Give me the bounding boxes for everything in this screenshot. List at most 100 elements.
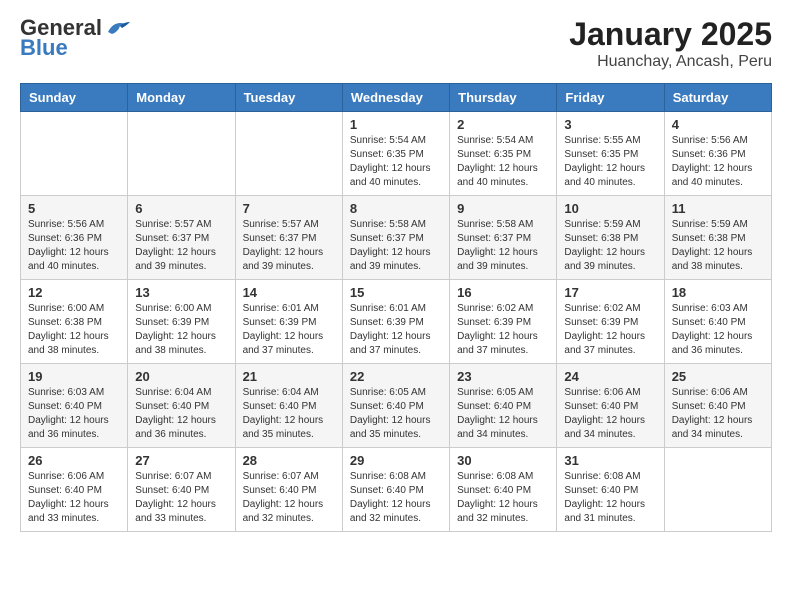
day-number: 25: [672, 369, 764, 384]
week-row-3: 12Sunrise: 6:00 AMSunset: 6:38 PMDayligh…: [21, 280, 772, 364]
calendar-cell: 9 Sunrise: 5:58 AMSunset: 6:37 PMDaylight…: [450, 196, 557, 280]
calendar-cell: 16 Sunrise: 6:02 AMSunset: 6:39 PMDayligh…: [450, 280, 557, 364]
day-info: Sunrise: 6:01 AMSunset: 6:39 PMDaylight:…: [350, 302, 442, 358]
calendar-title: January 2025: [569, 16, 772, 53]
calendar-cell: 12Sunrise: 6:00 AMSunset: 6:38 PMDayligh…: [21, 280, 128, 364]
day-info: Sunrise: 6:08 AMSunset: 6:40 PMDaylight:…: [350, 470, 442, 526]
day-number: 17: [564, 285, 656, 300]
header: General Blue January 2025 Huanchay, Anca…: [20, 16, 772, 71]
weekday-header-row: SundayMondayTuesdayWednesdayThursdayFrid…: [21, 84, 772, 112]
day-info: Sunrise: 6:08 AMSunset: 6:40 PMDaylight:…: [564, 470, 656, 526]
day-info: Sunrise: 6:08 AMSunset: 6:40 PMDaylight:…: [457, 470, 549, 526]
day-info: Sunrise: 6:02 AMSunset: 6:39 PMDaylight:…: [457, 302, 549, 358]
day-number: 18: [672, 285, 764, 300]
calendar-cell: [128, 112, 235, 196]
calendar-cell: 23 Sunrise: 6:05 AMSunset: 6:40 PMDayligh…: [450, 364, 557, 448]
calendar-cell: 30 Sunrise: 6:08 AMSunset: 6:40 PMDayligh…: [450, 448, 557, 532]
calendar-cell: [21, 112, 128, 196]
day-info: Sunrise: 6:03 AMSunset: 6:40 PMDaylight:…: [672, 302, 764, 358]
calendar-cell: 2 Sunrise: 5:54 AMSunset: 6:35 PMDaylight…: [450, 112, 557, 196]
calendar-cell: [235, 112, 342, 196]
calendar-cell: 28 Sunrise: 6:07 AMSunset: 6:40 PMDayligh…: [235, 448, 342, 532]
calendar-cell: 22Sunrise: 6:05 AMSunset: 6:40 PMDayligh…: [342, 364, 449, 448]
calendar-cell: 20 Sunrise: 6:04 AMSunset: 6:40 PMDayligh…: [128, 364, 235, 448]
calendar-cell: 8 Sunrise: 5:58 AMSunset: 6:37 PMDaylight…: [342, 196, 449, 280]
calendar-cell: [664, 448, 771, 532]
calendar-cell: 10 Sunrise: 5:59 AMSunset: 6:38 PMDayligh…: [557, 196, 664, 280]
day-number: 2: [457, 117, 549, 132]
day-info: Sunrise: 6:02 AMSunset: 6:39 PMDaylight:…: [564, 302, 656, 358]
day-info: Sunrise: 5:58 AMSunset: 6:37 PMDaylight:…: [350, 218, 442, 274]
calendar-cell: 15 Sunrise: 6:01 AMSunset: 6:39 PMDayligh…: [342, 280, 449, 364]
week-row-5: 26 Sunrise: 6:06 AMSunset: 6:40 PMDayligh…: [21, 448, 772, 532]
day-info: Sunrise: 5:58 AMSunset: 6:37 PMDaylight:…: [457, 218, 549, 274]
day-number: 30: [457, 453, 549, 468]
day-number: 24: [564, 369, 656, 384]
calendar-subtitle: Huanchay, Ancash, Peru: [569, 53, 772, 71]
day-number: 15: [350, 285, 442, 300]
day-info: Sunrise: 6:05 AMSunset: 6:40 PMDaylight:…: [457, 386, 549, 442]
day-number: 5: [28, 201, 120, 216]
calendar-cell: 29 Sunrise: 6:08 AMSunset: 6:40 PMDayligh…: [342, 448, 449, 532]
day-number: 10: [564, 201, 656, 216]
day-number: 9: [457, 201, 549, 216]
week-row-4: 19Sunrise: 6:03 AMSunset: 6:40 PMDayligh…: [21, 364, 772, 448]
title-block: January 2025 Huanchay, Ancash, Peru: [569, 16, 772, 71]
day-number: 20: [135, 369, 227, 384]
calendar-cell: 3 Sunrise: 5:55 AMSunset: 6:35 PMDaylight…: [557, 112, 664, 196]
calendar-cell: 26 Sunrise: 6:06 AMSunset: 6:40 PMDayligh…: [21, 448, 128, 532]
day-number: 1: [350, 117, 442, 132]
calendar-cell: 7 Sunrise: 5:57 AMSunset: 6:37 PMDaylight…: [235, 196, 342, 280]
day-number: 16: [457, 285, 549, 300]
day-info: Sunrise: 6:04 AMSunset: 6:40 PMDaylight:…: [243, 386, 335, 442]
day-info: Sunrise: 6:04 AMSunset: 6:40 PMDaylight:…: [135, 386, 227, 442]
day-number: 26: [28, 453, 120, 468]
calendar-cell: 11Sunrise: 5:59 AMSunset: 6:38 PMDayligh…: [664, 196, 771, 280]
day-info: Sunrise: 6:07 AMSunset: 6:40 PMDaylight:…: [135, 470, 227, 526]
calendar-cell: 21 Sunrise: 6:04 AMSunset: 6:40 PMDayligh…: [235, 364, 342, 448]
weekday-header-monday: Monday: [128, 84, 235, 112]
weekday-header-thursday: Thursday: [450, 84, 557, 112]
week-row-2: 5 Sunrise: 5:56 AMSunset: 6:36 PMDaylight…: [21, 196, 772, 280]
day-number: 14: [243, 285, 335, 300]
day-info: Sunrise: 6:00 AMSunset: 6:39 PMDaylight:…: [135, 302, 227, 358]
calendar-cell: 27 Sunrise: 6:07 AMSunset: 6:40 PMDayligh…: [128, 448, 235, 532]
day-info: Sunrise: 5:59 AMSunset: 6:38 PMDaylight:…: [564, 218, 656, 274]
weekday-header-tuesday: Tuesday: [235, 84, 342, 112]
day-info: Sunrise: 6:01 AMSunset: 6:39 PMDaylight:…: [243, 302, 335, 358]
day-number: 4: [672, 117, 764, 132]
weekday-header-friday: Friday: [557, 84, 664, 112]
calendar-cell: 5 Sunrise: 5:56 AMSunset: 6:36 PMDaylight…: [21, 196, 128, 280]
calendar-cell: 13Sunrise: 6:00 AMSunset: 6:39 PMDayligh…: [128, 280, 235, 364]
day-info: Sunrise: 5:55 AMSunset: 6:35 PMDaylight:…: [564, 134, 656, 190]
calendar-cell: 1 Sunrise: 5:54 AMSunset: 6:35 PMDaylight…: [342, 112, 449, 196]
calendar-cell: 18 Sunrise: 6:03 AMSunset: 6:40 PMDayligh…: [664, 280, 771, 364]
day-info: Sunrise: 6:07 AMSunset: 6:40 PMDaylight:…: [243, 470, 335, 526]
day-info: Sunrise: 5:59 AMSunset: 6:38 PMDaylight:…: [672, 218, 764, 274]
day-info: Sunrise: 6:05 AMSunset: 6:40 PMDaylight:…: [350, 386, 442, 442]
day-number: 19: [28, 369, 120, 384]
day-info: Sunrise: 6:06 AMSunset: 6:40 PMDaylight:…: [564, 386, 656, 442]
calendar-cell: 31 Sunrise: 6:08 AMSunset: 6:40 PMDayligh…: [557, 448, 664, 532]
day-info: Sunrise: 5:57 AMSunset: 6:37 PMDaylight:…: [135, 218, 227, 274]
calendar-cell: 17 Sunrise: 6:02 AMSunset: 6:39 PMDayligh…: [557, 280, 664, 364]
day-info: Sunrise: 5:54 AMSunset: 6:35 PMDaylight:…: [457, 134, 549, 190]
day-info: Sunrise: 5:54 AMSunset: 6:35 PMDaylight:…: [350, 134, 442, 190]
day-info: Sunrise: 6:06 AMSunset: 6:40 PMDaylight:…: [672, 386, 764, 442]
day-info: Sunrise: 6:06 AMSunset: 6:40 PMDaylight:…: [28, 470, 120, 526]
day-number: 8: [350, 201, 442, 216]
day-number: 27: [135, 453, 227, 468]
day-info: Sunrise: 5:57 AMSunset: 6:37 PMDaylight:…: [243, 218, 335, 274]
day-number: 29: [350, 453, 442, 468]
calendar-cell: 25 Sunrise: 6:06 AMSunset: 6:40 PMDayligh…: [664, 364, 771, 448]
day-number: 31: [564, 453, 656, 468]
day-number: 3: [564, 117, 656, 132]
day-number: 21: [243, 369, 335, 384]
calendar-cell: 14 Sunrise: 6:01 AMSunset: 6:39 PMDayligh…: [235, 280, 342, 364]
calendar-cell: 4Sunrise: 5:56 AMSunset: 6:36 PMDaylight…: [664, 112, 771, 196]
day-number: 7: [243, 201, 335, 216]
day-number: 28: [243, 453, 335, 468]
day-number: 23: [457, 369, 549, 384]
weekday-header-sunday: Sunday: [21, 84, 128, 112]
day-info: Sunrise: 5:56 AMSunset: 6:36 PMDaylight:…: [28, 218, 120, 274]
